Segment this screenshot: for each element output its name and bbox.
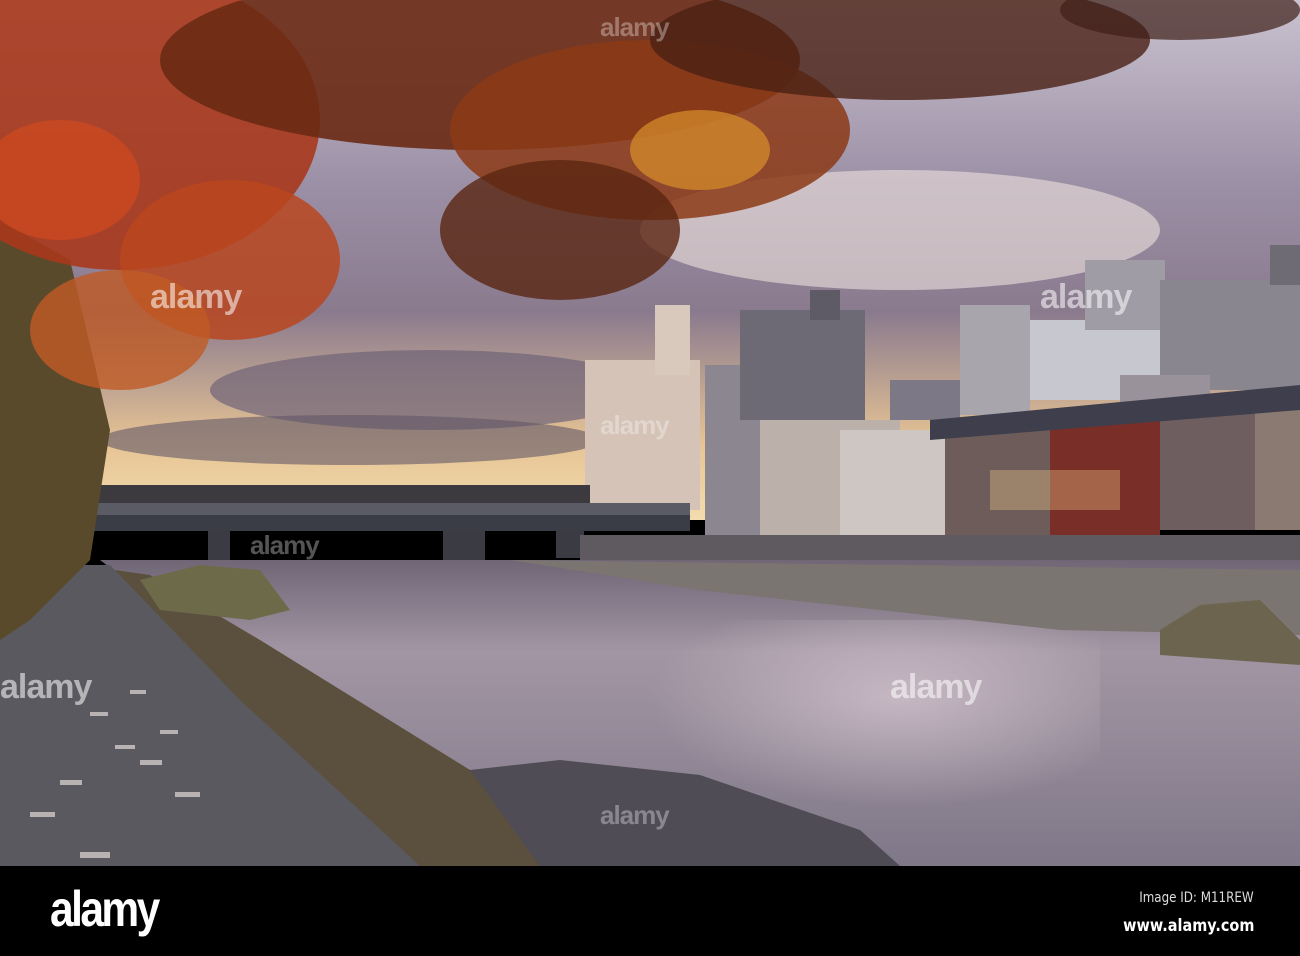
footer-bar: alamy Image ID: M11REW www.alamy.com bbox=[0, 866, 1300, 956]
watermark: alamy bbox=[600, 800, 670, 830]
cloud bbox=[100, 415, 600, 465]
website-link[interactable]: www.alamy.com bbox=[1123, 916, 1254, 936]
watermark: alamy bbox=[1040, 278, 1132, 316]
watermark: alamy bbox=[250, 530, 320, 560]
watermark: alamy bbox=[150, 278, 242, 316]
image-id: Image ID: M11REW bbox=[1139, 890, 1254, 906]
watermark: alamy bbox=[0, 668, 92, 706]
watermark: alamy bbox=[600, 12, 670, 42]
watermark: alamy bbox=[890, 668, 982, 706]
embankment-wall bbox=[580, 535, 1300, 563]
watermark: alamy bbox=[600, 410, 670, 440]
alamy-logo[interactable]: alamy bbox=[50, 880, 160, 938]
far-treeline bbox=[90, 485, 590, 505]
stock-photo: alamy alamy alamy alamy alamy alamy alam… bbox=[0, 0, 1300, 956]
